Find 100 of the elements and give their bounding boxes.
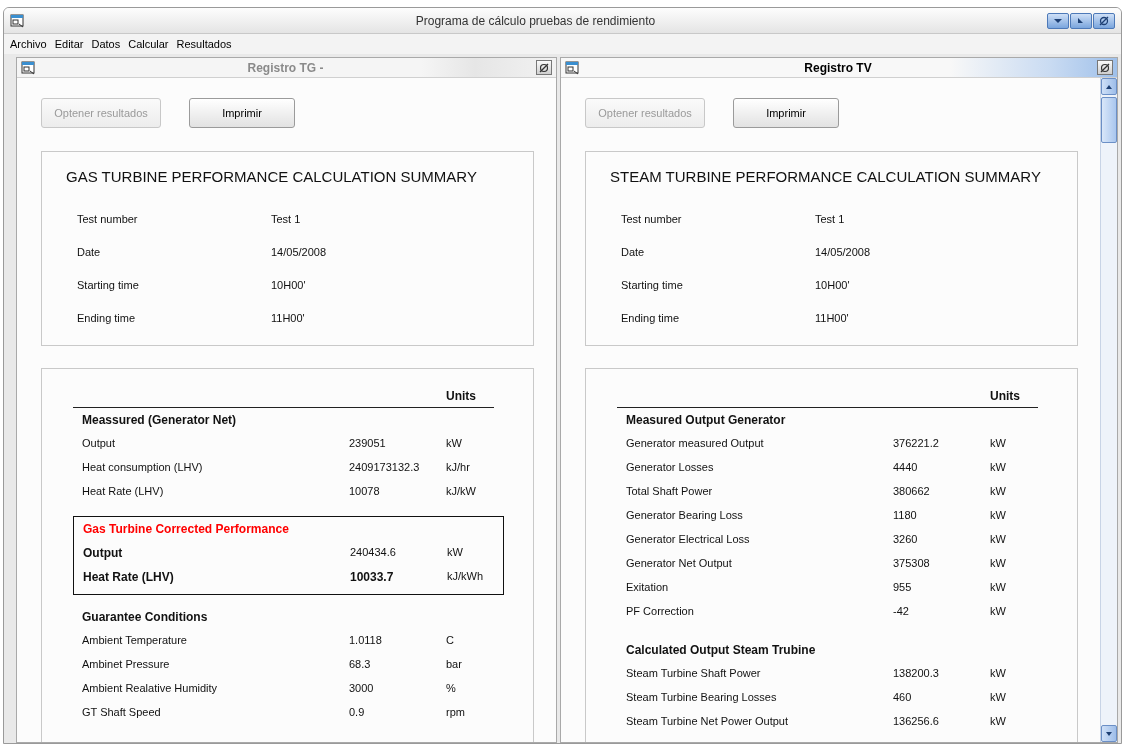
close-button[interactable] [536, 60, 552, 75]
row-value: 1.0118 [349, 633, 383, 649]
field-label: Date [77, 244, 102, 260]
panel-title: Registro TG - [246, 59, 325, 77]
row-value: 239051 [349, 436, 387, 452]
row-value: 10078 [349, 484, 381, 500]
print-button[interactable]: Imprimir [733, 98, 839, 128]
units-header: Units [990, 387, 1021, 405]
section-heading: Gas Turbine Corrected Performance [82, 520, 290, 538]
row-unit: bar [446, 657, 463, 673]
row-unit: kW [447, 545, 464, 561]
panel-icon [21, 60, 35, 75]
minimize-button[interactable] [1047, 12, 1069, 29]
field-label: Starting time [77, 277, 140, 293]
field-value: 10H00' [815, 277, 850, 293]
row-label: Heat Rate (LHV) [82, 484, 165, 500]
row-value: 955 [893, 580, 913, 596]
row-label: Exitation [626, 580, 670, 596]
row-unit: kW [990, 666, 1007, 682]
menu-item[interactable]: Datos [91, 35, 121, 53]
row-value: 3000 [349, 681, 375, 697]
row-label: Generator Bearing Loss [626, 508, 744, 524]
panel-title: Registro TV [803, 59, 873, 77]
close-button[interactable] [1093, 12, 1115, 29]
row-value: -42 [893, 604, 910, 620]
app-icon [10, 13, 24, 28]
scroll-down-button[interactable] [1101, 725, 1117, 742]
restore-button[interactable] [1070, 12, 1092, 29]
row-unit: kW [990, 690, 1007, 706]
row-unit: kW [990, 436, 1007, 452]
units-header: Units [446, 387, 477, 405]
row-label: GT Shaft Speed [82, 705, 162, 721]
row-unit: kW [990, 460, 1007, 476]
row-label: Heat consumption (LHV) [82, 460, 204, 476]
field-label: Starting time [621, 277, 684, 293]
scroll-up-button[interactable] [1101, 78, 1117, 95]
row-value: 1180 [893, 508, 918, 524]
section-heading: Calculated Output Steam Trubine [625, 641, 817, 659]
row-unit: C [446, 633, 455, 649]
row-unit: kW [990, 556, 1007, 572]
field-value: 14/05/2008 [815, 244, 871, 260]
summary-heading: STEAM TURBINE PERFORMANCE CALCULATION SUMMARY [610, 167, 1042, 187]
row-value: 376221.2 [893, 436, 940, 452]
panel-icon [565, 60, 579, 75]
field-value: 10H00' [271, 277, 306, 293]
row-unit: kJ/kW [446, 484, 477, 500]
row-value: 2409173132.3 [349, 460, 421, 476]
row-unit: kW [990, 484, 1007, 500]
row-label: Steam Turbine Bearing Losses [626, 690, 778, 706]
summary-heading: GAS TURBINE PERFORMANCE CALCULATION SUMMARY [66, 167, 478, 187]
field-label: Test number [77, 211, 139, 227]
field-value: Test 1 [271, 211, 301, 227]
row-value: 380662 [893, 484, 931, 500]
row-unit: kW [990, 580, 1007, 596]
row-label: Ambient Temperature [82, 633, 188, 649]
close-button[interactable] [1097, 60, 1113, 75]
row-unit: rpm [446, 705, 466, 721]
section-heading: Guarantee Conditions [81, 608, 209, 626]
row-label: Steam Turbine Net Power Output [626, 714, 790, 730]
row-value: 136256.6 [893, 714, 940, 730]
field-label: Test number [621, 211, 683, 227]
row-unit: kJ/hr [446, 460, 471, 476]
row-label: Generator Electrical Loss [626, 532, 751, 548]
section-heading: Measured Output Generator [625, 411, 787, 429]
row-value: 10033.7 [350, 568, 395, 586]
row-unit: kW [990, 604, 1007, 620]
menu-item[interactable]: Calcular [128, 35, 169, 53]
scrollbar[interactable] [1100, 78, 1117, 742]
row-label: Generator measured Output [626, 436, 765, 452]
scroll-thumb[interactable] [1101, 97, 1117, 143]
field-label: Ending time [621, 310, 681, 326]
row-value: 240434.6 [350, 545, 397, 561]
field-label: Ending time [77, 310, 137, 326]
row-label: Ambient Realative Humidity [82, 681, 219, 697]
row-value: 138200.3 [893, 666, 940, 682]
row-label: Generator Net Output [626, 556, 733, 572]
field-value: 14/05/2008 [271, 244, 327, 260]
row-label: Heat Rate (LHV) [83, 568, 175, 586]
field-value: Test 1 [815, 211, 845, 227]
field-value: 11H00' [271, 310, 305, 326]
row-label: Generator Losses [626, 460, 715, 476]
row-unit: % [446, 681, 457, 697]
row-value: 460 [893, 690, 913, 706]
row-label: Output [83, 544, 124, 562]
row-value: 4440 [893, 460, 919, 476]
row-label: Total Shaft Power [626, 484, 714, 500]
close-icon [1098, 15, 1110, 26]
print-button[interactable]: Imprimir [189, 98, 295, 128]
row-unit: kW [446, 436, 463, 452]
menu-item[interactable]: Resultados [176, 35, 232, 53]
row-label: Ambinet Pressure [82, 657, 171, 673]
field-value: 11H00' [815, 310, 849, 326]
menu-item[interactable]: Editar [54, 35, 84, 53]
row-value: 0.9 [349, 705, 366, 721]
section-heading: Meassured (Generator Net) [81, 411, 238, 429]
row-unit: kW [990, 714, 1007, 730]
row-label: Output [82, 436, 117, 452]
row-label: Steam Turbine Shaft Power [626, 666, 762, 682]
menu-item[interactable]: Archivo [10, 35, 47, 53]
row-label: PF Correction [626, 604, 695, 620]
